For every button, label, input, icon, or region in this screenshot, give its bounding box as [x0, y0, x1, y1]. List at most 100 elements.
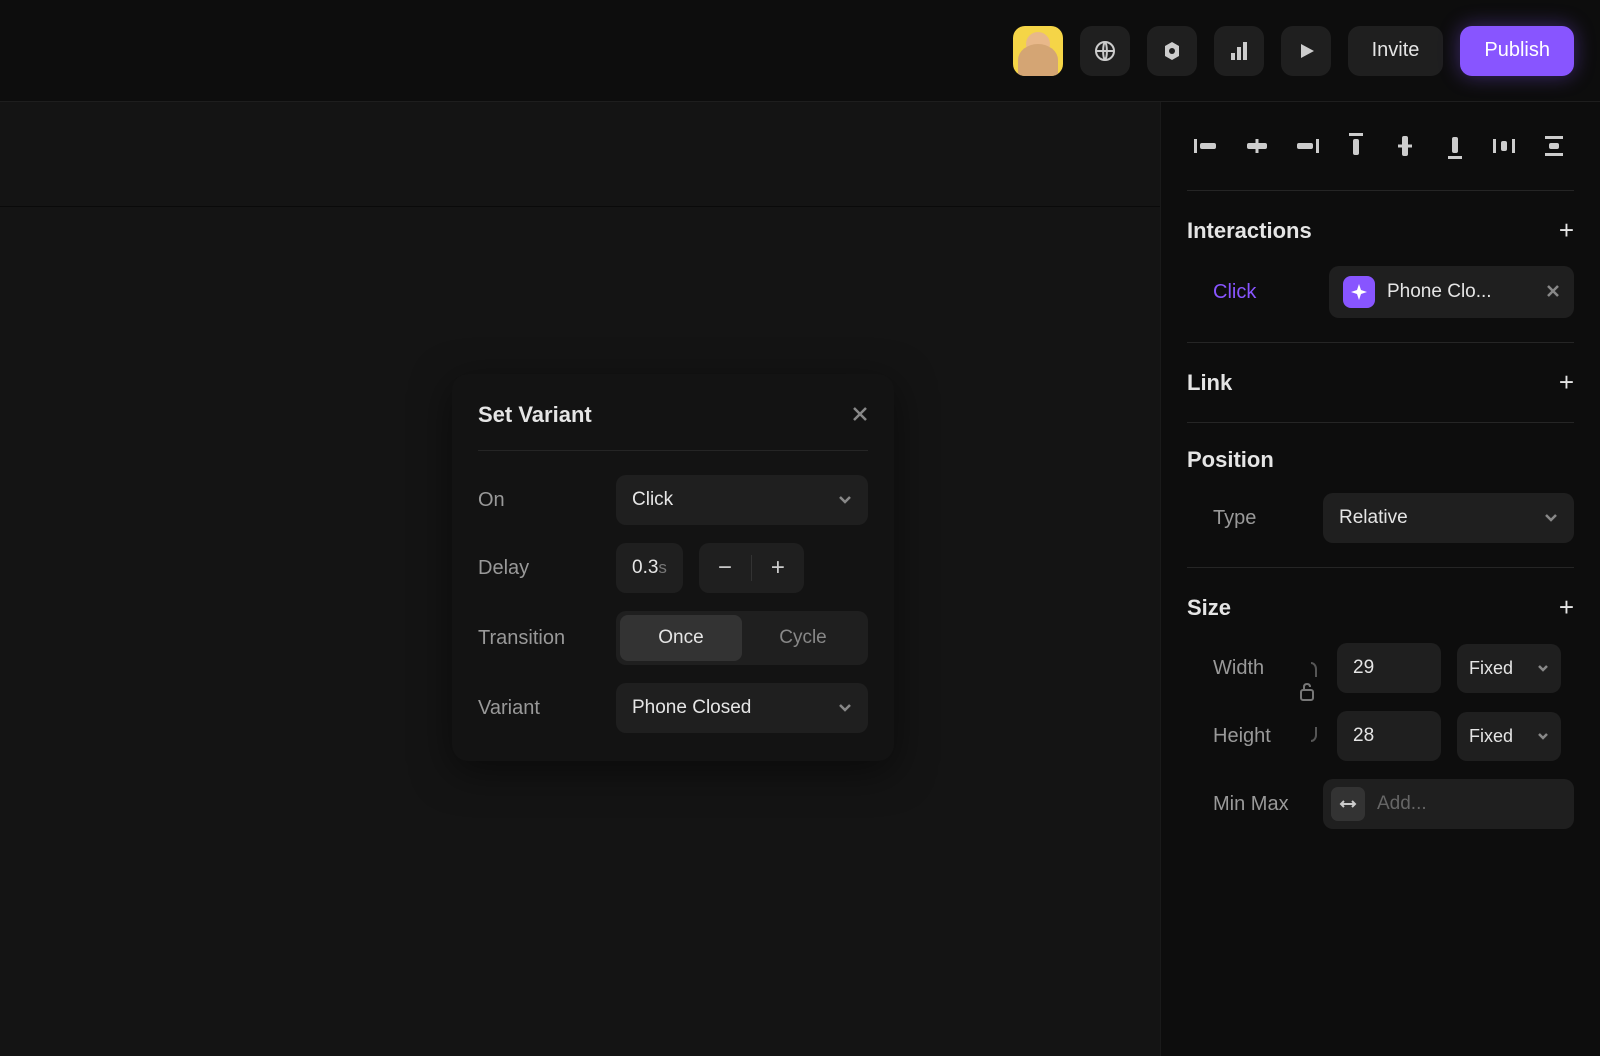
play-icon	[1296, 41, 1316, 61]
height-unit-value: Fixed	[1469, 726, 1513, 747]
minmax-row: Min Max Add...	[1187, 779, 1574, 829]
properties-sidebar: Interactions + Click Phone Clo... Link +	[1160, 102, 1600, 1056]
invite-button[interactable]: Invite	[1348, 26, 1444, 76]
chevron-down-icon	[838, 703, 852, 713]
width-label: Width	[1187, 657, 1287, 680]
link-section: Link +	[1187, 367, 1574, 423]
delay-input[interactable]: 0.3 s	[616, 543, 683, 593]
analytics-button[interactable]	[1214, 26, 1264, 76]
position-header: Position	[1187, 447, 1574, 473]
remove-interaction-button[interactable]	[1546, 281, 1560, 304]
align-hcenter-icon	[1244, 137, 1270, 155]
horizontal-resize-icon	[1338, 797, 1358, 811]
interactions-title: Interactions	[1187, 218, 1312, 244]
chevron-down-icon	[1544, 513, 1558, 523]
position-type-select[interactable]: Relative	[1323, 493, 1574, 543]
transition-row: Transition Once Cycle	[478, 611, 868, 665]
preview-button[interactable]	[1281, 26, 1331, 76]
align-right-icon	[1293, 137, 1319, 155]
transition-segment: Once Cycle	[616, 611, 868, 665]
interaction-trigger[interactable]: Click	[1187, 281, 1317, 304]
popup-title: Set Variant	[478, 402, 592, 428]
link-header: Link +	[1187, 367, 1574, 398]
width-unit-select[interactable]: Fixed	[1457, 644, 1561, 693]
height-unit-select[interactable]: Fixed	[1457, 712, 1561, 761]
align-bottom-icon	[1446, 133, 1464, 159]
align-top-button[interactable]	[1336, 126, 1376, 166]
add-interaction-button[interactable]: +	[1559, 215, 1574, 246]
distribute-h-button[interactable]	[1484, 126, 1524, 166]
popup-close-button[interactable]	[852, 402, 868, 428]
variant-value: Phone Closed	[632, 697, 751, 719]
width-input[interactable]	[1337, 643, 1441, 693]
chevron-down-icon	[1537, 664, 1549, 673]
publish-button[interactable]: Publish	[1460, 26, 1574, 76]
width-row: Width Fixed	[1187, 643, 1574, 693]
align-top-icon	[1347, 133, 1365, 159]
main-area: Set Variant On Click Delay 0.3	[0, 102, 1600, 1056]
variant-row: Variant Phone Closed	[478, 683, 868, 733]
delay-unit: s	[658, 558, 667, 578]
user-avatar[interactable]	[1013, 26, 1063, 76]
delay-label: Delay	[478, 557, 616, 580]
align-vcenter-button[interactable]	[1385, 126, 1425, 166]
minmax-label: Min Max	[1187, 793, 1323, 816]
alignment-row	[1187, 126, 1574, 191]
transition-label: Transition	[478, 627, 616, 650]
variant-label: Variant	[478, 697, 616, 720]
add-size-button[interactable]: +	[1559, 592, 1574, 623]
delay-value: 0.3	[632, 557, 658, 579]
on-label: On	[478, 489, 616, 512]
distribute-v-button[interactable]	[1534, 126, 1574, 166]
set-variant-popup: Set Variant On Click Delay 0.3	[452, 374, 894, 761]
hexagon-icon	[1160, 39, 1184, 63]
align-right-button[interactable]	[1286, 126, 1326, 166]
action-name: Phone Clo...	[1387, 281, 1534, 303]
distribute-v-icon	[1541, 136, 1567, 156]
link-title: Link	[1187, 370, 1232, 396]
on-select[interactable]: Click	[616, 475, 868, 525]
transition-once[interactable]: Once	[620, 615, 742, 661]
globe-icon	[1093, 39, 1117, 63]
minmax-icon-box	[1331, 787, 1365, 821]
size-section: Width Fixed Height Fixed	[1187, 643, 1574, 829]
stepper-minus-button[interactable]: −	[699, 543, 751, 593]
bar-chart-icon	[1227, 39, 1251, 63]
position-type-label: Type	[1187, 507, 1323, 530]
interaction-action-chip[interactable]: Phone Clo...	[1329, 266, 1574, 318]
app-header: Invite Publish	[0, 0, 1600, 102]
align-vcenter-icon	[1396, 133, 1414, 159]
position-type-value: Relative	[1339, 507, 1408, 529]
on-row: On Click	[478, 475, 868, 525]
delay-row: Delay 0.3 s − +	[478, 543, 868, 593]
close-icon	[1546, 284, 1560, 298]
variant-select[interactable]: Phone Closed	[616, 683, 868, 733]
close-icon	[852, 406, 868, 422]
align-hcenter-button[interactable]	[1237, 126, 1277, 166]
height-row: Height Fixed	[1187, 711, 1574, 761]
height-input[interactable]	[1337, 711, 1441, 761]
chevron-down-icon	[838, 495, 852, 505]
add-link-button[interactable]: +	[1559, 367, 1574, 398]
interaction-item: Click Phone Clo...	[1187, 266, 1574, 343]
minmax-field[interactable]: Add...	[1323, 779, 1574, 829]
align-bottom-button[interactable]	[1435, 126, 1475, 166]
lock-connector-top	[1306, 659, 1318, 677]
delay-stepper: − +	[699, 543, 804, 593]
settings-button[interactable]	[1147, 26, 1197, 76]
position-type-row: Type Relative	[1187, 493, 1574, 568]
stepper-plus-button[interactable]: +	[752, 543, 804, 593]
lock-toggle[interactable]	[1299, 681, 1315, 706]
globe-button[interactable]	[1080, 26, 1130, 76]
popup-header: Set Variant	[478, 402, 868, 451]
distribute-h-icon	[1491, 137, 1517, 155]
minmax-placeholder: Add...	[1377, 793, 1427, 815]
align-left-button[interactable]	[1187, 126, 1227, 166]
size-title: Size	[1187, 595, 1231, 621]
width-unit-value: Fixed	[1469, 658, 1513, 679]
align-left-icon	[1194, 137, 1220, 155]
sparkle-icon-box	[1343, 276, 1375, 308]
transition-cycle[interactable]: Cycle	[742, 615, 864, 661]
unlock-icon	[1299, 681, 1315, 701]
canvas[interactable]: Set Variant On Click Delay 0.3	[0, 102, 1160, 1056]
